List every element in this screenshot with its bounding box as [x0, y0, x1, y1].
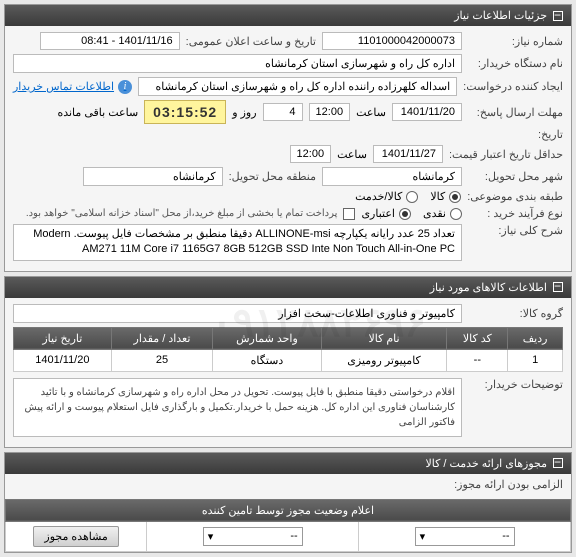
mandatory-label: الزامی بودن ارائه مجوز:	[443, 478, 563, 491]
date-label: تاریخ:	[468, 128, 563, 141]
min-credit-time: 12:00	[290, 145, 332, 163]
radio-goods-label: کالا	[430, 190, 445, 203]
buyer-notes-label: توضیحات خریدار:	[468, 378, 563, 391]
table-row[interactable]: 1 -- کامپیوتر رومیزی دستگاه 25 1401/11/2…	[14, 349, 563, 371]
radio-dot-icon	[406, 191, 418, 203]
select-value: --	[290, 530, 297, 542]
license-select-1[interactable]: --	[415, 527, 515, 546]
radio-credit-label: اعتباری	[361, 207, 395, 220]
cell-row: 1	[508, 349, 563, 371]
col-date: تاریخ نیاز	[14, 327, 112, 349]
contact-link-text: اطلاعات تماس خریدار	[13, 80, 114, 93]
col-qty: تعداد / مقدار	[111, 327, 213, 349]
announce-field: 1401/11/16 - 08:41	[40, 32, 180, 50]
status-header: اعلام وضعیت مجوز توسط تامین کننده	[6, 499, 571, 521]
info-icon: i	[118, 80, 132, 94]
panel-header-licenses[interactable]: مجوزهای ارائه خدمت / کالا	[5, 453, 571, 474]
days-word: روز و	[232, 106, 256, 119]
cell-qty: 25	[111, 349, 213, 371]
group-field: کامپیوتر و فناوری اطلاعات-سخت افزار	[13, 304, 462, 323]
creator-label: ایجاد کننده درخواست:	[463, 80, 563, 93]
radio-dot-icon	[449, 191, 461, 203]
license-select-2[interactable]: --	[203, 527, 303, 546]
treasury-note: پرداخت تمام یا بخشی از مبلغ خرید،از محل …	[26, 208, 338, 219]
deliver-region: کرمانشاه	[83, 167, 223, 186]
remain-word: ساعت باقی مانده	[57, 106, 138, 119]
radio-service-label: کالا/خدمت	[355, 190, 402, 203]
radio-dot-icon	[399, 208, 411, 220]
announce-label: تاریخ و ساعت اعلان عمومی:	[186, 35, 316, 48]
deadline-label: مهلت ارسال پاسخ:	[468, 106, 563, 119]
deliver-region-label: منطقه محل تحویل:	[229, 170, 316, 183]
licenses-panel: مجوزهای ارائه خدمت / کالا الزامی بودن ار…	[4, 452, 572, 553]
radio-service[interactable]: کالا/خدمت	[355, 190, 418, 203]
panel-header-goods[interactable]: اطلاعات کالاهای مورد نیاز	[5, 277, 571, 298]
table-header-row: ردیف کد کالا نام کالا واحد شمارش تعداد /…	[14, 327, 563, 349]
min-credit-label: حداقل تاریخ اعتبار قیمت:	[449, 148, 563, 161]
days-value: 4	[263, 103, 303, 121]
countdown-timer: 03:15:52	[144, 100, 226, 124]
time-word2: ساعت	[337, 148, 367, 161]
buyer-label: نام دستگاه خریدار:	[468, 57, 563, 70]
desc-field: تعداد 25 عدد رایانه یکپارچه ALLINONE-msi…	[13, 224, 462, 261]
radio-goods[interactable]: کالا	[430, 190, 461, 203]
min-credit-date: 1401/11/27	[373, 145, 443, 163]
buyer-notes-box: اقلام درخواستی دقیقا منطبق با فایل پیوست…	[13, 378, 462, 437]
deadline-time: 12:00	[309, 103, 351, 121]
goods-service-radio: کالا کالا/خدمت	[355, 190, 461, 203]
payment-radio: نقدی اعتباری	[361, 207, 462, 220]
license-row: -- -- مشاهده مجوز	[6, 521, 571, 551]
unit-method-label: طبقه بندی موضوعی:	[467, 190, 563, 203]
cell-code: --	[447, 349, 508, 371]
desc-label: شرح کلی نیاز:	[468, 224, 563, 237]
deliver-city: کرمانشاه	[322, 167, 462, 186]
process-label: نوع فرآیند خرید :	[468, 207, 563, 220]
need-no-label: شماره نیاز:	[468, 35, 563, 48]
need-details-panel: جزئیات اطلاعات نیاز شماره نیاز: 11010000…	[4, 4, 572, 272]
col-name: نام کالا	[321, 327, 447, 349]
panel-title: مجوزهای ارائه خدمت / کالا	[425, 457, 547, 470]
time-word1: ساعت	[356, 106, 386, 119]
select-value: --	[502, 530, 509, 542]
need-no-field: 1101000042000073	[322, 32, 462, 50]
buyer-field: اداره کل راه و شهرسازی استان کرمانشاه	[13, 54, 462, 73]
cell-name: کامپیوتر رومیزی	[321, 349, 447, 371]
license-table: اعلام وضعیت مجوز توسط تامین کننده -- --	[5, 499, 571, 552]
col-unit: واحد شمارش	[213, 327, 321, 349]
radio-cash[interactable]: نقدی	[423, 207, 462, 220]
radio-cash-label: نقدی	[423, 207, 446, 220]
cell-date: 1401/11/20	[14, 349, 112, 371]
deliver-city-label: شهر محل تحویل:	[468, 170, 563, 183]
col-row: ردیف	[508, 327, 563, 349]
creator-field: اسداله کلهرزاده راننده اداره کل راه و شه…	[138, 77, 457, 96]
collapse-icon[interactable]	[553, 11, 563, 21]
cell-unit: دستگاه	[213, 349, 321, 371]
collapse-icon[interactable]	[553, 458, 563, 468]
deadline-date: 1401/11/20	[392, 103, 462, 121]
buyer-contact-link[interactable]: i اطلاعات تماس خریدار	[13, 80, 132, 94]
goods-table: ردیف کد کالا نام کالا واحد شمارش تعداد /…	[13, 327, 563, 372]
panel-title: جزئیات اطلاعات نیاز	[454, 9, 547, 22]
goods-info-panel: اطلاعات کالاهای مورد نیاز گروه کالا: کام…	[4, 276, 572, 448]
group-label: گروه کالا:	[468, 307, 563, 320]
panel-title: اطلاعات کالاهای مورد نیاز	[430, 281, 547, 294]
radio-credit[interactable]: اعتباری	[361, 207, 411, 220]
view-license-button[interactable]: مشاهده مجوز	[33, 526, 118, 547]
collapse-icon[interactable]	[553, 282, 563, 292]
treasury-checkbox[interactable]	[343, 208, 355, 220]
radio-dot-icon	[450, 208, 462, 220]
col-code: کد کالا	[447, 327, 508, 349]
panel-header-need[interactable]: جزئیات اطلاعات نیاز	[5, 5, 571, 26]
